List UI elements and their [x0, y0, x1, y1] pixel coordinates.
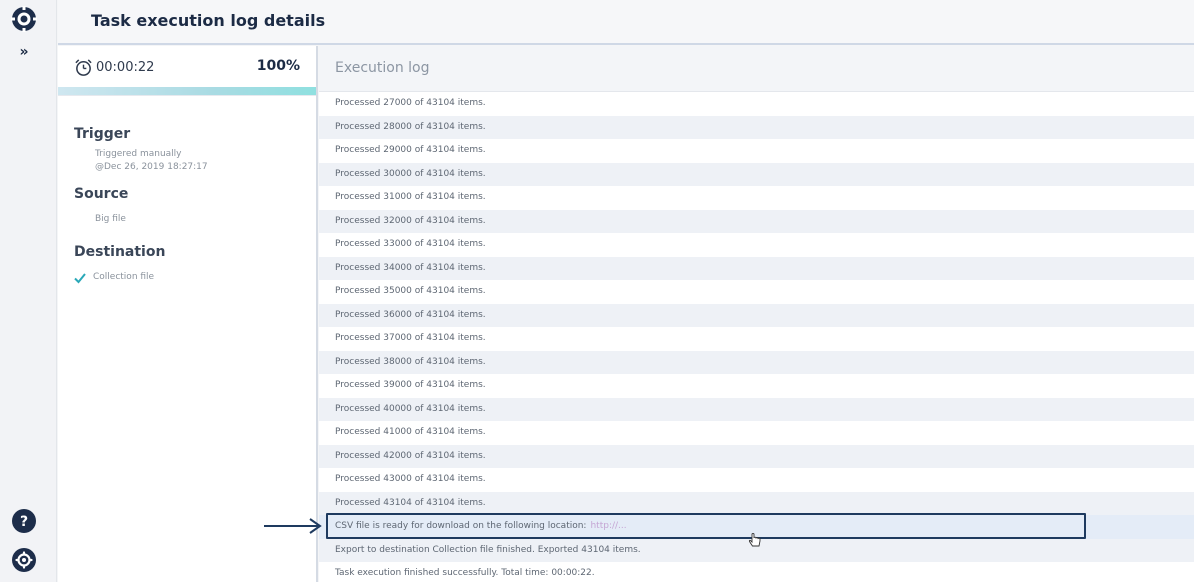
elapsed-time: 00:00:22 [96, 60, 155, 75]
progress-percent: 100% [256, 58, 300, 74]
highlight-box [326, 513, 1086, 539]
task-summary-panel: 00:00:22 100% Trigger Triggered manually… [58, 46, 318, 582]
log-row: Processed 27000 of 43104 items. [319, 92, 1194, 116]
log-row: Processed 38000 of 43104 items. [319, 350, 1194, 374]
log-row: Processed 36000 of 43104 items. [319, 303, 1194, 327]
hand-cursor-icon [748, 533, 761, 547]
source-heading: Source [74, 186, 129, 202]
log-row: Processed 29000 of 43104 items. [319, 139, 1194, 163]
svg-text:?: ? [20, 514, 28, 530]
settings-icon[interactable] [11, 547, 37, 573]
timer-bar: 00:00:22 100% [58, 46, 316, 96]
destination-heading: Destination [74, 244, 166, 260]
progress-fill [58, 87, 316, 95]
log-row: Processed 39000 of 43104 items. [319, 374, 1194, 398]
log-row: Processed 32000 of 43104 items. [319, 209, 1194, 233]
expand-icon[interactable]: » [14, 42, 34, 62]
log-row: Processed 40000 of 43104 items. [319, 397, 1194, 421]
trigger-heading: Trigger [74, 126, 131, 142]
page-header: Task execution log details [58, 0, 1194, 45]
logo-icon[interactable] [10, 5, 38, 33]
log-rows: Processed 27000 of 43104 items. Processe… [319, 92, 1194, 582]
progress-bar [58, 87, 316, 95]
log-row: Processed 33000 of 43104 items. [319, 233, 1194, 257]
left-rail: » ? [0, 0, 57, 582]
destination-value: Collection file [93, 272, 155, 282]
log-row: Processed 35000 of 43104 items. [319, 280, 1194, 304]
log-row: Processed 42000 of 43104 items. [319, 444, 1194, 468]
log-row: Processed 43104 of 43104 items. [319, 491, 1194, 515]
execution-log-header: Execution log [319, 46, 1194, 92]
log-row: Processed 28000 of 43104 items. [319, 115, 1194, 139]
log-row: Processed 31000 of 43104 items. [319, 186, 1194, 210]
log-row: Processed 37000 of 43104 items. [319, 327, 1194, 351]
alarm-clock-icon [75, 59, 92, 76]
execution-log-title: Execution log [335, 60, 430, 76]
page-title: Task execution log details [91, 11, 326, 30]
log-row: Processed 30000 of 43104 items. [319, 162, 1194, 186]
app-window: » ? Task execution log details 00:00:22 … [0, 0, 1194, 582]
log-row: Processed 43000 of 43104 items. [319, 468, 1194, 492]
trigger-line-2: @Dec 26, 2019 18:27:17 [95, 162, 208, 172]
log-row: Processed 34000 of 43104 items. [319, 256, 1194, 280]
check-icon [74, 273, 86, 284]
help-icon[interactable]: ? [11, 508, 37, 534]
log-row: Processed 41000 of 43104 items. [319, 421, 1194, 445]
execution-log-panel: Execution log Processed 27000 of 43104 i… [319, 46, 1194, 582]
arrow-right-icon [264, 518, 322, 534]
source-value: Big file [95, 214, 126, 224]
trigger-line-1: Triggered manually [95, 149, 182, 159]
log-row: Task execution finished successfully. To… [319, 562, 1194, 582]
